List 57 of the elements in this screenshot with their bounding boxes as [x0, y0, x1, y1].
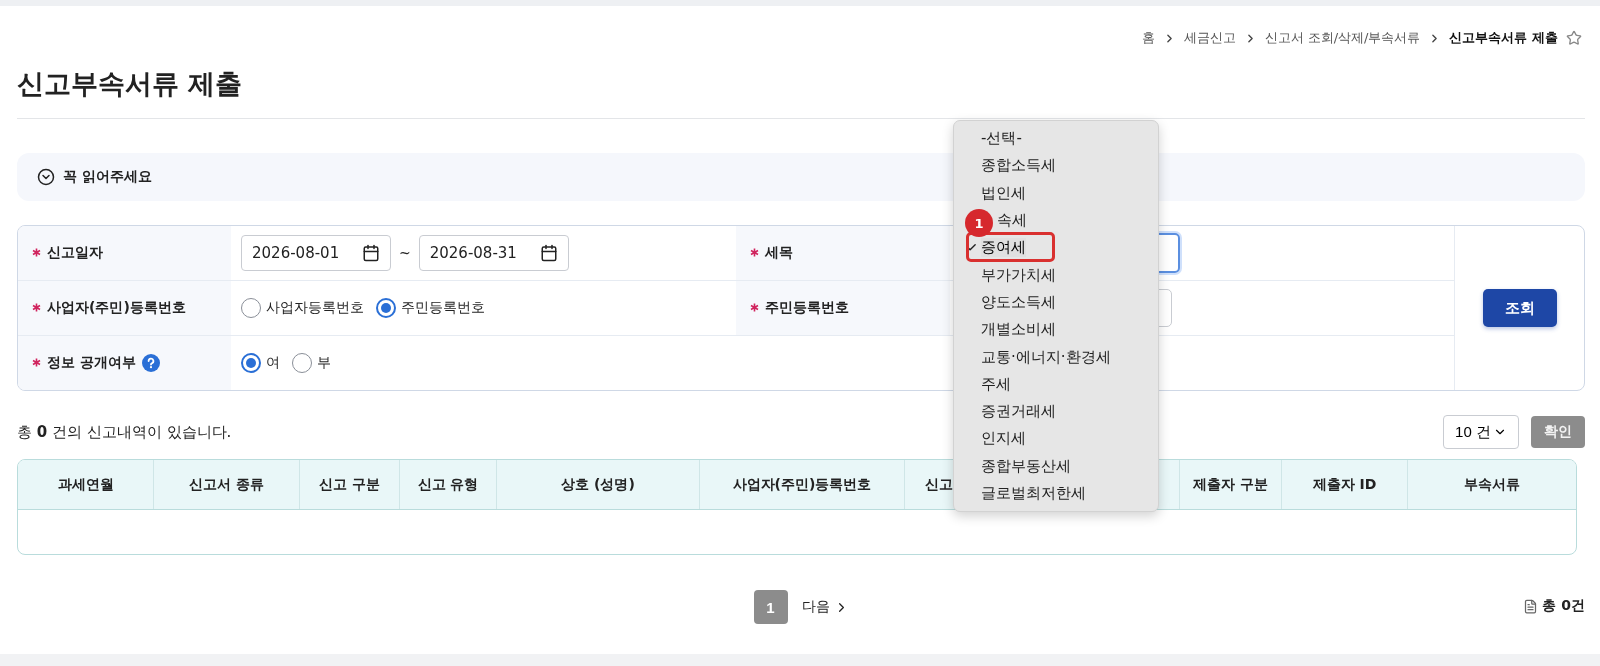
dropdown-option[interactable]: 주세 — [981, 374, 1011, 394]
asterisk-icon — [32, 358, 41, 367]
calendar-icon[interactable] — [362, 244, 380, 262]
field-label: 정보 공개여부 — [47, 354, 136, 372]
dropdown-option[interactable]: 부가가치세 — [981, 265, 1056, 285]
page-title: 신고부속서류 제출 — [17, 67, 243, 101]
asterisk-icon — [750, 303, 759, 312]
field-label: 사업자(주민)등록번호 — [47, 299, 186, 317]
dropdown-option[interactable]: 증여세 — [981, 238, 1026, 258]
dropdown-option[interactable]: 글로벌최저한세 — [981, 484, 1086, 503]
field-label: 세목 — [765, 244, 793, 262]
breadcrumb-item[interactable]: 홈 — [1141, 29, 1155, 47]
help-icon[interactable] — [141, 354, 160, 372]
dropdown-option[interactable]: 인지세 — [981, 429, 1026, 449]
column-header: 제출자 구분 — [1193, 475, 1268, 494]
page-size-select[interactable]: 10 건 — [1443, 415, 1519, 449]
dropdown-option[interactable]: 종합소득세 — [981, 156, 1056, 176]
column-header: 신고 유형 — [417, 475, 479, 494]
step-badge: 1 — [965, 209, 993, 237]
range-separator: ~ — [399, 245, 411, 261]
column-header: 과세연월 — [57, 475, 114, 494]
column-header: 상호 (성명) — [561, 475, 635, 494]
date-field[interactable]: 2026-08-01 — [241, 235, 391, 271]
total-count: 총 0건 — [1542, 597, 1585, 615]
asterisk-icon — [32, 248, 41, 257]
column-header: 제출자 ID — [1312, 475, 1377, 494]
radio-option[interactable]: 사업자등록번호 — [241, 298, 364, 318]
breadcrumb-item[interactable]: 신고서 조회/삭제/부속서류 — [1264, 29, 1421, 47]
result-summary: 총 0 건의 신고내역이 있습니다. — [17, 422, 232, 442]
next-link[interactable]: 다음 — [801, 598, 849, 616]
column-header: 신고 구분 — [319, 475, 380, 494]
field-label: 신고일자 — [47, 244, 103, 262]
asterisk-icon — [32, 303, 41, 312]
asterisk-icon — [750, 248, 759, 257]
date-field[interactable]: 2026-08-31 — [418, 235, 569, 271]
star-icon[interactable] — [1566, 30, 1582, 46]
dropdown-option[interactable]: 속세 — [997, 211, 1027, 231]
column-header: 신고 — [925, 475, 953, 494]
dropdown-option[interactable]: 양도소득세 — [981, 292, 1056, 312]
dropdown-option[interactable]: 증권거래세 — [981, 402, 1056, 422]
column-header: 신고서 종류 — [189, 475, 264, 494]
breadcrumb-item: 신고부속서류 제출 — [1449, 29, 1558, 47]
radio-option[interactable]: 주민등록번호 — [376, 298, 485, 318]
dropdown-option[interactable]: -선택- — [981, 129, 1022, 149]
dropdown-option[interactable]: 종합부동산세 — [981, 456, 1071, 476]
field-label: 주민등록번호 — [765, 299, 849, 317]
dropdown-option[interactable]: 법인세 — [981, 183, 1026, 203]
column-header: 부속서류 — [1464, 475, 1520, 494]
search-button[interactable]: 조회 — [1482, 289, 1557, 327]
dropdown-option[interactable]: 교통·에너지·환경세 — [981, 347, 1111, 367]
document-icon — [1523, 598, 1539, 614]
calendar-icon[interactable] — [539, 244, 558, 262]
breadcrumb-item[interactable]: 세금신고 — [1183, 29, 1236, 47]
notice-label: 꼭 읽어주세요 — [63, 168, 152, 186]
column-header: 사업자(주민)등록번호 — [732, 475, 872, 494]
chevron-down-icon — [37, 168, 55, 186]
dropdown-option[interactable]: 개별소비세 — [981, 320, 1056, 340]
